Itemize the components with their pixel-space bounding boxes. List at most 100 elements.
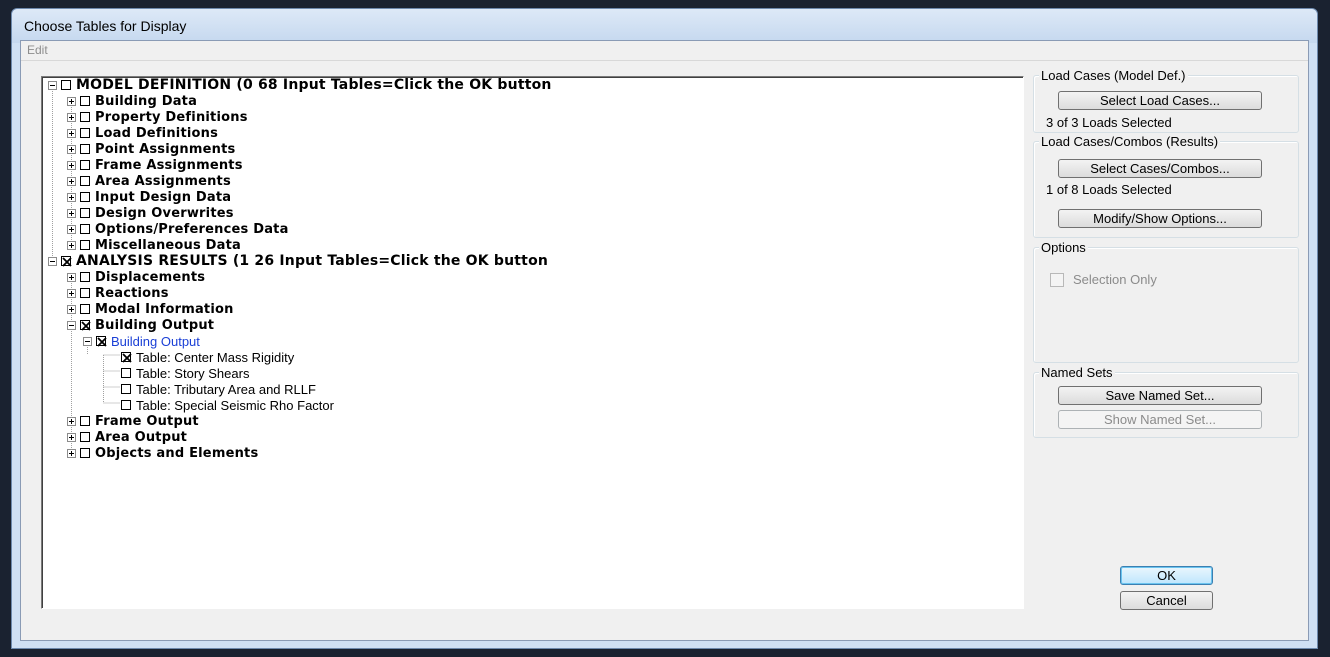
tree-label: Modal Information	[95, 301, 234, 317]
tree-node-design-overwrites[interactable]: Design Overwrites	[67, 205, 234, 221]
tree-node-property-definitions[interactable]: Property Definitions	[67, 109, 248, 125]
tree-node-table-story-shears[interactable]: Table: Story Shears	[121, 365, 249, 381]
checkbox[interactable]	[96, 336, 107, 347]
tree-label: Frame Assignments	[95, 157, 243, 173]
checkbox[interactable]	[80, 448, 90, 458]
select-cases-combos-button[interactable]: Select Cases/Combos...	[1058, 159, 1262, 178]
tree-label: Table: Special Seismic Rho Factor	[136, 397, 334, 413]
tree-node-frame-output[interactable]: Frame Output	[67, 413, 199, 429]
collapse-icon[interactable]	[67, 320, 76, 330]
collapse-icon[interactable]	[83, 336, 92, 346]
check-x-icon	[62, 257, 72, 267]
expand-icon[interactable]	[67, 432, 76, 442]
collapse-icon[interactable]	[48, 80, 57, 90]
modify-show-options-button[interactable]: Modify/Show Options...	[1058, 209, 1262, 228]
cancel-button[interactable]: Cancel	[1120, 591, 1213, 610]
checkbox-model-definition[interactable]	[61, 80, 71, 90]
tree-label: Displacements	[95, 269, 206, 285]
table-tree[interactable]: MODEL DEFINITION (0 68 Input Tables=Clic…	[41, 76, 1024, 609]
expand-icon[interactable]	[67, 304, 76, 314]
expand-icon[interactable]	[67, 448, 76, 458]
checkbox[interactable]	[80, 240, 90, 250]
checkbox[interactable]	[80, 208, 90, 218]
checkbox[interactable]	[80, 320, 91, 331]
select-load-cases-button[interactable]: Select Load Cases...	[1058, 91, 1262, 110]
check-x-icon	[122, 353, 132, 363]
tree-node-building-data[interactable]: Building Data	[67, 93, 197, 109]
collapse-icon[interactable]	[48, 256, 57, 266]
window-title: Choose Tables for Display	[24, 18, 187, 34]
menu-edit[interactable]: Edit	[27, 43, 48, 57]
dialog-body: Edit MODEL DEFINITION (0 68 Input Tables…	[20, 40, 1309, 641]
checkbox[interactable]	[80, 160, 90, 170]
checkbox[interactable]	[80, 144, 90, 154]
checkbox[interactable]	[80, 288, 90, 298]
checkbox[interactable]	[80, 272, 90, 282]
checkbox[interactable]	[80, 224, 90, 234]
tree-node-area-output[interactable]: Area Output	[67, 429, 187, 445]
checkbox[interactable]	[80, 416, 90, 426]
tree-node-point-assignments[interactable]: Point Assignments	[67, 141, 235, 157]
expand-icon[interactable]	[67, 144, 76, 154]
tree-node-area-assignments[interactable]: Area Assignments	[67, 173, 231, 189]
tree-label: Options/Preferences Data	[95, 221, 289, 237]
tree-node-input-design-data[interactable]: Input Design Data	[67, 189, 231, 205]
tree-node-load-definitions[interactable]: Load Definitions	[67, 125, 218, 141]
checkbox[interactable]	[121, 400, 131, 410]
expand-icon[interactable]	[67, 128, 76, 138]
checkbox[interactable]	[121, 384, 131, 394]
tree-label: Property Definitions	[95, 109, 248, 125]
tree-label: Load Definitions	[95, 125, 219, 141]
expand-icon[interactable]	[67, 192, 76, 202]
expand-icon[interactable]	[67, 240, 76, 250]
ok-button[interactable]: OK	[1120, 566, 1213, 585]
tree-node-objects-and-elements[interactable]: Objects and Elements	[67, 445, 258, 461]
save-named-set-button[interactable]: Save Named Set...	[1058, 386, 1262, 405]
tree-node-table-special-seismic[interactable]: Table: Special Seismic Rho Factor	[121, 397, 334, 413]
checkbox[interactable]	[80, 112, 90, 122]
tree-node-building-output-sub[interactable]: Building Output	[83, 333, 200, 349]
tree-node-modal-information[interactable]: Modal Information	[67, 301, 234, 317]
tree-label: Frame Output	[95, 413, 199, 429]
tree-node-miscellaneous-data[interactable]: Miscellaneous Data	[67, 237, 241, 253]
checkbox[interactable]	[80, 128, 90, 138]
expand-icon[interactable]	[67, 272, 76, 282]
checkbox[interactable]	[80, 176, 90, 186]
selection-only-label: Selection Only	[1073, 272, 1157, 287]
show-named-set-button[interactable]: Show Named Set...	[1058, 410, 1262, 429]
expand-icon[interactable]	[67, 288, 76, 298]
checkbox[interactable]	[121, 368, 131, 378]
tree-node-model-definition[interactable]: MODEL DEFINITION (0 68 Input Tables=Clic…	[48, 77, 552, 93]
expand-icon[interactable]	[67, 96, 76, 106]
expand-icon[interactable]	[67, 112, 76, 122]
tree-node-table-center-mass-rigidity[interactable]: Table: Center Mass Rigidity	[121, 349, 294, 365]
selection-only-checkbox[interactable]: Selection Only	[1050, 272, 1157, 287]
tree-label: Point Assignments	[95, 141, 236, 157]
checkbox-analysis-results[interactable]	[61, 256, 72, 267]
checkbox-box[interactable]	[1050, 272, 1064, 287]
checkbox[interactable]	[80, 304, 90, 314]
expand-icon[interactable]	[67, 160, 76, 170]
load-cases-status: 3 of 3 Loads Selected	[1046, 115, 1172, 130]
tree-label: Design Overwrites	[95, 205, 234, 221]
checkbox[interactable]	[80, 432, 90, 442]
tree-label-selected: Building Output	[111, 333, 200, 349]
expand-icon[interactable]	[67, 176, 76, 186]
expand-icon[interactable]	[67, 224, 76, 234]
checkbox[interactable]	[80, 96, 90, 106]
checkbox[interactable]	[121, 352, 132, 363]
tree-node-reactions[interactable]: Reactions	[67, 285, 169, 301]
expand-icon[interactable]	[67, 208, 76, 218]
tree-node-analysis-results[interactable]: ANALYSIS RESULTS (1 26 Input Tables=Clic…	[48, 253, 548, 269]
tree-label: Area Output	[95, 429, 188, 445]
check-x-icon	[81, 321, 91, 331]
tree-node-table-tributary-area[interactable]: Table: Tributary Area and RLLF	[121, 381, 316, 397]
tree-label: Building Output	[95, 317, 215, 333]
tree-node-options-preferences-data[interactable]: Options/Preferences Data	[67, 221, 289, 237]
title-bar[interactable]: Choose Tables for Display	[12, 9, 1317, 43]
tree-node-displacements[interactable]: Displacements	[67, 269, 205, 285]
tree-node-building-output[interactable]: Building Output	[67, 317, 214, 333]
expand-icon[interactable]	[67, 416, 76, 426]
tree-node-frame-assignments[interactable]: Frame Assignments	[67, 157, 243, 173]
checkbox[interactable]	[80, 192, 90, 202]
